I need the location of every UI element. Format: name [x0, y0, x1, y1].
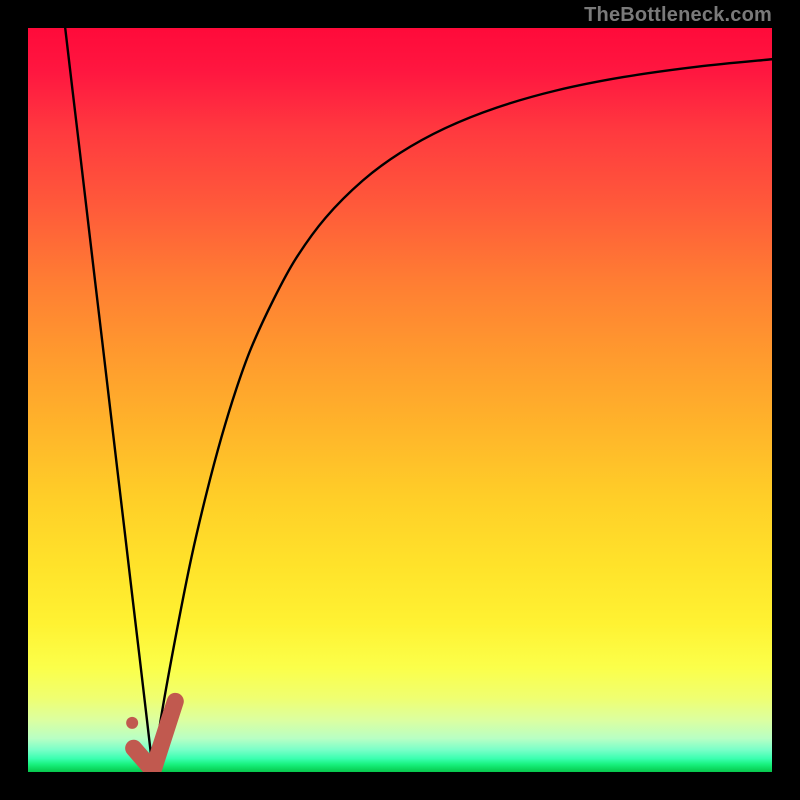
- curve-layer: [65, 28, 772, 772]
- marker-layer: [126, 701, 175, 770]
- outer-frame: TheBottleneck.com: [0, 0, 800, 800]
- curve-left-branch: [65, 28, 153, 772]
- curve-right-branch: [153, 59, 772, 772]
- dot-marker: [126, 717, 138, 729]
- chart-svg: [28, 28, 772, 772]
- attribution-text: TheBottleneck.com: [584, 4, 772, 27]
- plot-area: [28, 28, 772, 772]
- check-marker: [134, 701, 176, 770]
